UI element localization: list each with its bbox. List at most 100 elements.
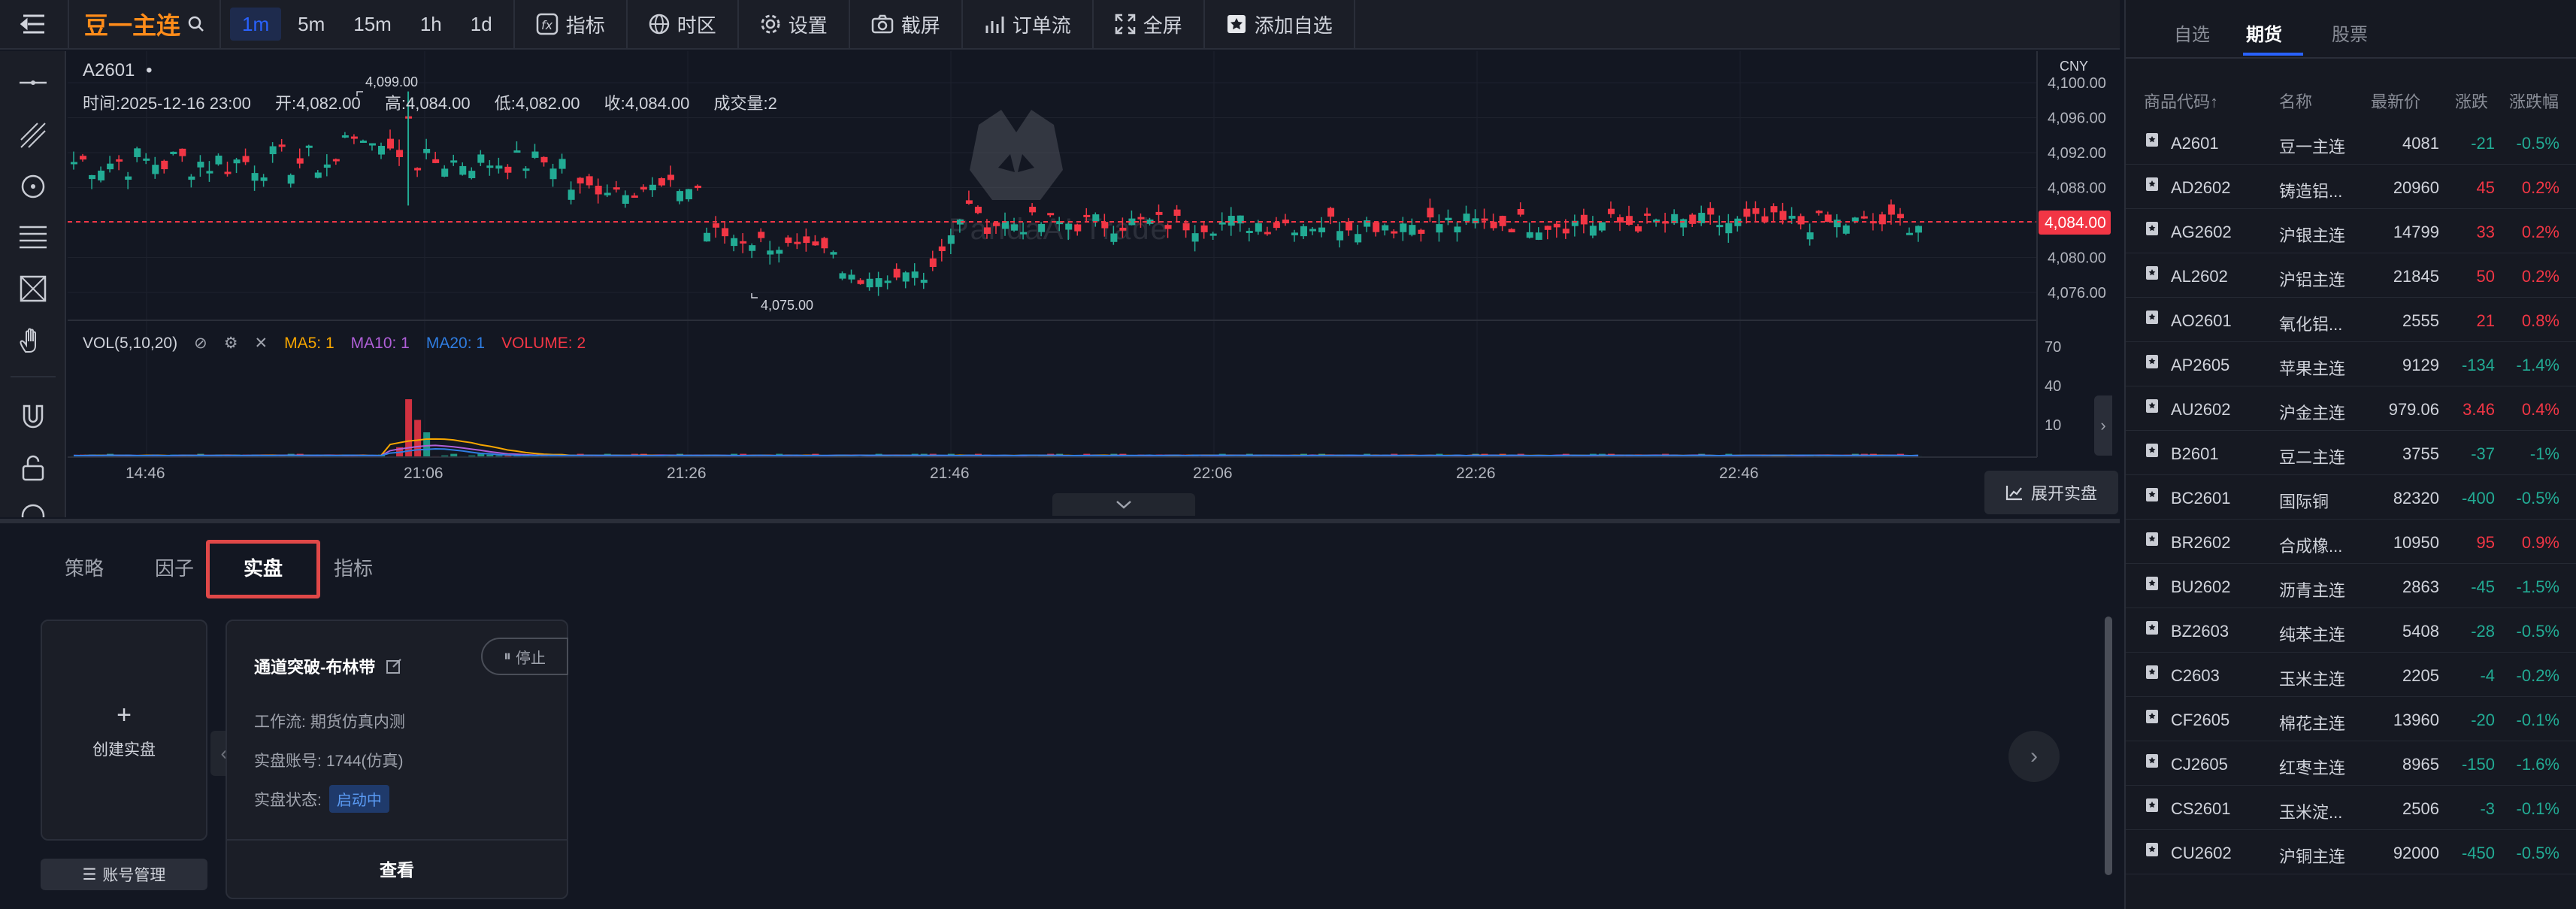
timeframe-15m[interactable]: 15m	[341, 8, 404, 41]
candle-body	[341, 135, 349, 138]
tab-futures[interactable]: 期货	[2246, 20, 2282, 46]
bookmark-icon[interactable]	[2145, 354, 2159, 374]
table-row[interactable]: BZ2603 纯苯主连 5408 -28 -0.5%	[2126, 608, 2576, 653]
bookmark-icon[interactable]	[2145, 753, 2159, 773]
table-row[interactable]: B2601 豆二主连 3755 -37 -1%	[2126, 431, 2576, 475]
candle-body	[98, 170, 105, 180]
tab-factor[interactable]: 因子	[155, 553, 194, 581]
bookmark-icon[interactable]	[2145, 798, 2159, 817]
carousel-next-button[interactable]: ›	[2008, 731, 2060, 782]
order-flow-button[interactable]: 订单流	[963, 0, 1092, 49]
timeframe-5m[interactable]: 5m	[286, 8, 337, 41]
bookmark-icon[interactable]	[2145, 620, 2159, 640]
tab-strategy[interactable]: 策略	[65, 553, 104, 581]
symbol-search[interactable]: 豆一主连	[69, 7, 219, 41]
row-price: 10950	[2393, 533, 2439, 552]
tab-stocks[interactable]: 股票	[2332, 20, 2368, 46]
table-row[interactable]: AU2602 沪金主连 979.06 3.46 0.4%	[2126, 386, 2576, 431]
close-icon[interactable]: ✕	[255, 334, 268, 353]
expand-live-button[interactable]: 展开实盘	[1984, 471, 2118, 514]
eye-icon[interactable]	[18, 501, 48, 517]
create-live-card[interactable]: + 创建实盘	[41, 620, 207, 841]
bookmark-icon[interactable]	[2145, 177, 2159, 196]
row-price: 92000	[2393, 844, 2439, 862]
table-row[interactable]: BR2602 合成橡... 10950 95 0.9%	[2126, 520, 2576, 564]
candle-body	[875, 277, 882, 287]
view-button[interactable]: 查看	[227, 856, 567, 881]
chart-canvas[interactable]: PandaAI Trade 4,099.00 4,075.00 CNY 4,10…	[68, 51, 2120, 517]
bookmark-icon[interactable]	[2145, 576, 2159, 595]
edit-icon[interactable]	[386, 658, 402, 674]
indicators-button[interactable]: fx 指标	[515, 0, 626, 49]
hide-eye-icon[interactable]: ⊘	[194, 334, 207, 353]
bookmark-icon[interactable]	[2145, 443, 2159, 462]
bookmark-icon[interactable]	[2145, 709, 2159, 729]
table-row[interactable]: CU2602 沪铜主连 92000 -450 -0.5%	[2126, 830, 2576, 874]
bookmark-icon[interactable]	[2145, 265, 2159, 285]
timezone-button[interactable]: 时区	[628, 0, 737, 49]
account-manage-button[interactable]: ☰ 账号管理	[41, 859, 207, 890]
table-row[interactable]: BC2601 国际铜 82320 -400 -0.5%	[2126, 475, 2576, 520]
magnet-icon[interactable]	[18, 401, 48, 432]
settings-button[interactable]: 设置	[739, 0, 849, 49]
stop-button[interactable]: ⏸ 停止	[481, 638, 568, 675]
candle-body	[866, 278, 873, 288]
drawing-toolbar	[0, 51, 66, 517]
row-change-pct: 0.2%	[2521, 223, 2559, 241]
bookmark-icon[interactable]	[2145, 221, 2159, 241]
table-row[interactable]: AO2601 氧化铝... 2555 21 0.8%	[2126, 298, 2576, 342]
bookmark-icon[interactable]	[2145, 487, 2159, 507]
circle-target-icon[interactable]	[18, 171, 48, 201]
candle-body	[695, 185, 702, 189]
symbol-legend: A2601 •	[83, 60, 152, 81]
tab-indicator[interactable]: 指标	[334, 553, 373, 581]
timeframe-1m[interactable]: 1m	[230, 8, 282, 41]
scroll-right-button[interactable]: ›	[2094, 395, 2112, 456]
timeframe-1d[interactable]: 1d	[459, 8, 504, 41]
row-price: 2555	[2402, 311, 2439, 330]
table-row[interactable]: BU2602 沥青主连 2863 -45 -1.5%	[2126, 564, 2576, 608]
screenshot-button[interactable]: 截屏	[850, 0, 961, 49]
table-row[interactable]: C2603 玉米主连 2205 -4 -0.2%	[2126, 653, 2576, 697]
volume-tick: 70	[2045, 339, 2061, 356]
bookmark-icon[interactable]	[2145, 665, 2159, 684]
table-row[interactable]: CJ2605 红枣主连 8965 -150 -1.6%	[2126, 741, 2576, 786]
trend-line-icon[interactable]	[18, 120, 48, 150]
gear-icon[interactable]: ⚙	[224, 334, 238, 353]
menu-icon[interactable]	[0, 0, 68, 49]
table-row[interactable]: A2601 豆一主连 4081 -21 -0.5%	[2126, 120, 2576, 165]
bookmark-icon[interactable]	[2145, 842, 2159, 862]
collapse-handle[interactable]	[1052, 493, 1195, 516]
table-row[interactable]: AD2602 铸造铝... 20960 45 0.2%	[2126, 165, 2576, 209]
vertical-scrollbar[interactable]	[2105, 617, 2112, 875]
row-price: 3755	[2402, 444, 2439, 463]
account-manage-label: 账号管理	[102, 867, 166, 884]
timeframe-1h[interactable]: 1h	[408, 8, 454, 41]
pattern-icon[interactable]	[18, 274, 48, 304]
table-row[interactable]: AP2605 苹果主连 9129 -134 -1.4%	[2126, 342, 2576, 386]
hand-icon[interactable]	[18, 326, 48, 356]
fullscreen-button[interactable]: 全屏	[1094, 0, 1203, 49]
horizontal-line-icon[interactable]	[18, 68, 48, 98]
candle-body	[179, 148, 186, 156]
bookmark-icon[interactable]	[2145, 398, 2159, 418]
fib-lines-icon[interactable]	[18, 223, 48, 253]
table-row[interactable]: CS2601 玉米淀... 2506 -3 -0.1%	[2126, 786, 2576, 830]
bookmark-icon[interactable]	[2145, 532, 2159, 551]
add-watchlist-button[interactable]: 添加自选	[1205, 0, 1354, 49]
chart-area[interactable]: PandaAI Trade 4,099.00 4,075.00 CNY 4,10…	[68, 51, 2120, 517]
tab-live[interactable]: 实盘	[244, 553, 283, 581]
bookmark-icon[interactable]	[2145, 132, 2159, 152]
header-code[interactable]: 商品代码↑	[2144, 89, 2218, 113]
candle-body	[767, 250, 774, 255]
table-row[interactable]: AL2602 沪铝主连 21845 50 0.2%	[2126, 253, 2576, 298]
row-name: 国际铜	[2279, 492, 2329, 511]
table-row[interactable]: CF2605 棉花主连 13960 -20 -0.1%	[2126, 697, 2576, 741]
row-price: 979.06	[2388, 400, 2439, 419]
header-change: 涨跌	[2455, 92, 2489, 111]
table-row[interactable]: AG2602 沪银主连 14799 33 0.2%	[2126, 209, 2576, 253]
row-change: -20	[2471, 711, 2495, 729]
bookmark-icon[interactable]	[2145, 310, 2159, 329]
lock-icon[interactable]	[18, 453, 48, 483]
tab-favorites[interactable]: 自选	[2174, 20, 2210, 46]
